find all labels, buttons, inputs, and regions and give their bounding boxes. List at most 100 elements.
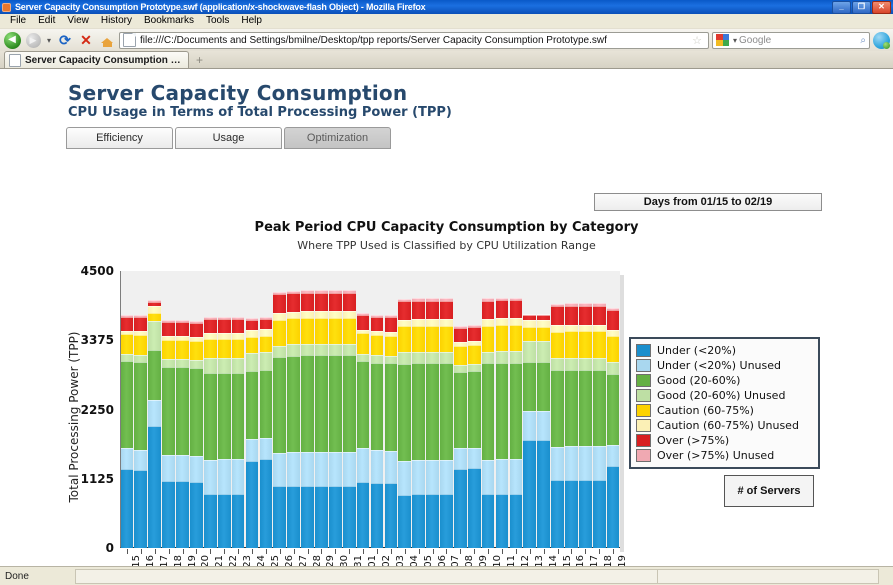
menu-item-edit[interactable]: Edit (32, 14, 61, 28)
search-icon[interactable]: ⌕ (860, 35, 866, 46)
menu-item-tools[interactable]: Tools (200, 14, 235, 28)
bar-column[interactable] (301, 271, 315, 548)
legend-item[interactable]: Caution (60-75%) Unused (636, 418, 813, 433)
legend-item[interactable]: Over (>75%) Unused (636, 448, 813, 463)
bar-column[interactable] (342, 271, 356, 548)
x-axis-labels: 01-1501-1601-1701-1801-1901-2001-2101-22… (120, 555, 628, 566)
bar-segment (606, 466, 620, 548)
servers-count-box[interactable]: # of Servers (724, 475, 814, 507)
stop-button[interactable]: ✕ (77, 31, 95, 49)
back-button[interactable]: ◀ (3, 31, 21, 49)
bar-segment (328, 317, 342, 344)
x-axis-tick (210, 549, 212, 554)
menu-item-file[interactable]: File (4, 14, 32, 28)
bar-column[interactable] (398, 271, 412, 548)
bar-column[interactable] (273, 271, 287, 548)
legend-item[interactable]: Good (20-60%) (636, 373, 813, 388)
bar-column[interactable] (134, 271, 148, 548)
resize-grip[interactable] (879, 569, 893, 583)
x-axis-tick (293, 549, 295, 554)
x-axis-tick (557, 549, 559, 554)
bar-column[interactable] (453, 271, 467, 548)
bar-column[interactable] (259, 271, 273, 548)
forward-button[interactable]: ▶ (24, 31, 42, 49)
bar-column[interactable] (439, 271, 453, 548)
bar-segment (398, 352, 412, 364)
x-axis-tick-label: 01-25 (270, 555, 281, 566)
bar-segment (523, 439, 537, 548)
bar-column[interactable] (523, 271, 537, 548)
new-tab-button[interactable]: + (189, 52, 210, 68)
menu-item-view[interactable]: View (61, 14, 95, 28)
bar-segment (426, 325, 439, 352)
x-axis-tick-label: 01-16 (145, 555, 156, 566)
bar-column[interactable] (412, 271, 426, 548)
bar-column[interactable] (356, 271, 370, 548)
bar-column[interactable] (231, 271, 245, 548)
bar-segment (481, 459, 495, 495)
tab-efficiency[interactable]: Efficiency (66, 127, 173, 149)
bar-column[interactable] (370, 271, 384, 548)
bar-segment (440, 363, 453, 460)
legend-item[interactable]: Under (<20%) (636, 343, 813, 358)
bar-segment (301, 317, 314, 344)
x-axis-tick-label: 01-27 (298, 555, 309, 566)
legend-item[interactable]: Under (<20%) Unused (636, 358, 813, 373)
bar-column[interactable] (217, 271, 231, 548)
bar-column[interactable] (245, 271, 259, 548)
close-button[interactable]: ✕ (872, 0, 891, 14)
menu-item-bookmarks[interactable]: Bookmarks (138, 14, 200, 28)
bar-column[interactable] (120, 271, 134, 548)
chart-subtitle: Where TPP Used is Classified by CPU Util… (297, 239, 596, 252)
date-range-button[interactable]: Days from 01/15 to 02/19 (594, 193, 822, 211)
reload-button[interactable]: ⟳ (56, 31, 74, 49)
legend-item[interactable]: Good (20-60%) Unused (636, 388, 813, 403)
restore-button[interactable]: ❐ (852, 0, 871, 14)
bar-column[interactable] (565, 271, 579, 548)
bar-column[interactable] (384, 271, 398, 548)
bar-column[interactable] (537, 271, 551, 548)
browser-tab[interactable]: Server Capacity Consumption Protot... (4, 51, 189, 68)
bar-column[interactable] (551, 271, 565, 548)
bar-column[interactable] (481, 271, 495, 548)
bar-column[interactable] (314, 271, 328, 548)
bar-column[interactable] (148, 271, 162, 548)
bar-column[interactable] (467, 271, 481, 548)
tab-optimization[interactable]: Optimization (284, 127, 391, 149)
bar-segment (356, 314, 370, 330)
bar-segment (176, 366, 189, 455)
x-axis-tick (432, 549, 434, 554)
search-engine-chevron-down-icon[interactable]: ▾ (731, 36, 739, 45)
bar-segment (162, 339, 175, 360)
bookmark-star-icon[interactable]: ☆ (692, 34, 702, 47)
legend-item[interactable]: Caution (60-75%) (636, 403, 813, 418)
bar-column[interactable] (287, 271, 301, 548)
bar-column[interactable] (189, 271, 203, 548)
tab-usage[interactable]: Usage (175, 127, 282, 149)
menu-item-help[interactable]: Help (235, 14, 268, 28)
bar-segment (467, 363, 481, 372)
bar-column[interactable] (578, 271, 592, 548)
bar-column[interactable] (606, 271, 620, 548)
bar-segment (523, 341, 537, 363)
search-bar[interactable]: ▾ Google ⌕ (712, 31, 870, 49)
bar-column[interactable] (495, 271, 509, 548)
bar-column[interactable] (176, 271, 190, 548)
bar-segment (398, 319, 412, 327)
bar-column[interactable] (203, 271, 217, 548)
address-bar[interactable]: file:///C:/Documents and Settings/bmilne… (119, 31, 709, 49)
bar-column[interactable] (509, 271, 523, 548)
bar-column[interactable] (162, 271, 176, 548)
bar-column[interactable] (426, 271, 440, 548)
skype-icon[interactable] (873, 31, 890, 49)
menu-item-history[interactable]: History (95, 14, 138, 28)
minimize-button[interactable]: _ (832, 0, 851, 14)
legend-item[interactable]: Over (>75%) (636, 433, 813, 448)
bar-segment (134, 317, 148, 332)
chevron-down-icon[interactable]: ▾ (45, 36, 53, 45)
home-button[interactable] (98, 31, 116, 49)
x-axis-tick (265, 549, 267, 554)
search-input[interactable]: Google (739, 35, 860, 46)
bar-column[interactable] (328, 271, 342, 548)
bar-column[interactable] (592, 271, 606, 548)
